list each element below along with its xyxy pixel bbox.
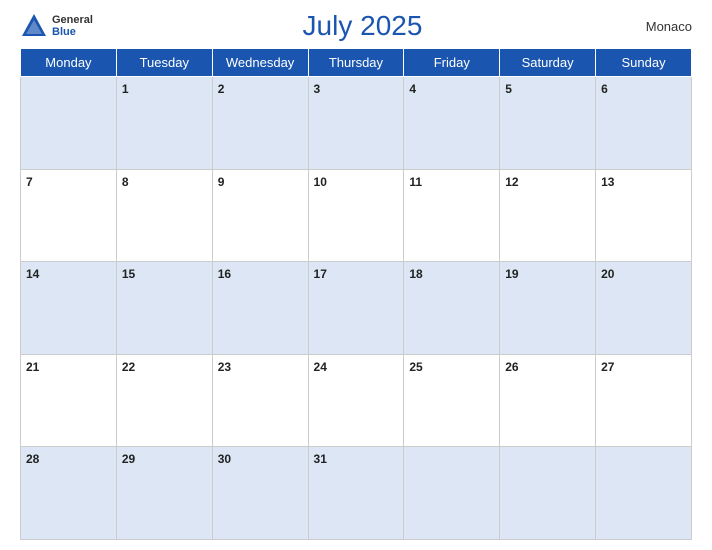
calendar-day-cell: 14: [21, 262, 117, 355]
calendar-week-row: 14 15 16 17 18 19 20: [21, 262, 692, 355]
logo-blue-text: Blue: [52, 26, 93, 38]
calendar-week-row: 7 8 9 10 11 12 13: [21, 169, 692, 262]
calendar-day-cell: 19: [500, 262, 596, 355]
logo-icon: [20, 12, 48, 40]
day-number: 29: [122, 452, 135, 466]
calendar-table: MondayTuesdayWednesdayThursdayFridaySatu…: [20, 48, 692, 540]
calendar-day-cell: [596, 447, 692, 540]
day-header-tuesday: Tuesday: [116, 49, 212, 77]
logo-general-text: General: [52, 14, 93, 26]
calendar-day-cell: 28: [21, 447, 117, 540]
calendar-day-cell: 16: [212, 262, 308, 355]
calendar-day-cell: 11: [404, 169, 500, 262]
day-number: 13: [601, 175, 614, 189]
calendar-day-cell: 15: [116, 262, 212, 355]
calendar-week-row: 1 2 3 4 5 6: [21, 77, 692, 170]
calendar-week-row: 21 22 23 24 25 26 27: [21, 354, 692, 447]
calendar-day-cell: 26: [500, 354, 596, 447]
day-header-thursday: Thursday: [308, 49, 404, 77]
day-header-sunday: Sunday: [596, 49, 692, 77]
day-number: 15: [122, 267, 135, 281]
calendar-day-cell: [21, 77, 117, 170]
calendar-day-cell: 3: [308, 77, 404, 170]
day-header-monday: Monday: [21, 49, 117, 77]
day-number: 3: [314, 82, 321, 96]
day-number: 11: [409, 175, 422, 189]
calendar-day-cell: 27: [596, 354, 692, 447]
day-header-wednesday: Wednesday: [212, 49, 308, 77]
day-number: 24: [314, 360, 327, 374]
day-number: 23: [218, 360, 231, 374]
calendar-day-cell: 29: [116, 447, 212, 540]
calendar-day-cell: 31: [308, 447, 404, 540]
day-number: 31: [314, 452, 327, 466]
day-number: 28: [26, 452, 39, 466]
calendar-day-cell: 5: [500, 77, 596, 170]
day-number: 26: [505, 360, 518, 374]
calendar-day-cell: 1: [116, 77, 212, 170]
calendar-day-cell: 13: [596, 169, 692, 262]
calendar-day-cell: 24: [308, 354, 404, 447]
day-number: 22: [122, 360, 135, 374]
day-number: 7: [26, 175, 33, 189]
day-number: 12: [505, 175, 518, 189]
day-number: 21: [26, 360, 39, 374]
calendar-title: July 2025: [303, 10, 423, 42]
day-number: 9: [218, 175, 225, 189]
calendar-day-cell: 7: [21, 169, 117, 262]
calendar-day-cell: 4: [404, 77, 500, 170]
calendar-day-cell: 25: [404, 354, 500, 447]
day-number: 30: [218, 452, 231, 466]
day-number: 25: [409, 360, 422, 374]
calendar-day-cell: 10: [308, 169, 404, 262]
calendar-day-cell: 20: [596, 262, 692, 355]
country-label: Monaco: [632, 19, 692, 34]
calendar-day-cell: 18: [404, 262, 500, 355]
day-number: 2: [218, 82, 225, 96]
day-number: 1: [122, 82, 129, 96]
day-number: 27: [601, 360, 614, 374]
calendar-day-cell: [500, 447, 596, 540]
calendar-day-cell: 12: [500, 169, 596, 262]
day-number: 10: [314, 175, 327, 189]
day-number: 16: [218, 267, 231, 281]
day-number: 19: [505, 267, 518, 281]
calendar-day-cell: 21: [21, 354, 117, 447]
day-number: 14: [26, 267, 39, 281]
calendar-day-cell: 8: [116, 169, 212, 262]
day-number: 4: [409, 82, 416, 96]
calendar-week-row: 28 29 30 31: [21, 447, 692, 540]
day-number: 17: [314, 267, 327, 281]
day-header-friday: Friday: [404, 49, 500, 77]
calendar-day-cell: [404, 447, 500, 540]
day-number: 8: [122, 175, 129, 189]
calendar-day-cell: 30: [212, 447, 308, 540]
day-number: 5: [505, 82, 512, 96]
logo: General Blue: [20, 12, 93, 40]
day-number: 6: [601, 82, 608, 96]
calendar-day-cell: 22: [116, 354, 212, 447]
calendar-day-cell: 17: [308, 262, 404, 355]
calendar-day-cell: 23: [212, 354, 308, 447]
day-number: 20: [601, 267, 614, 281]
calendar-day-cell: 6: [596, 77, 692, 170]
calendar-day-cell: 9: [212, 169, 308, 262]
day-number: 18: [409, 267, 422, 281]
day-header-saturday: Saturday: [500, 49, 596, 77]
calendar-day-cell: 2: [212, 77, 308, 170]
